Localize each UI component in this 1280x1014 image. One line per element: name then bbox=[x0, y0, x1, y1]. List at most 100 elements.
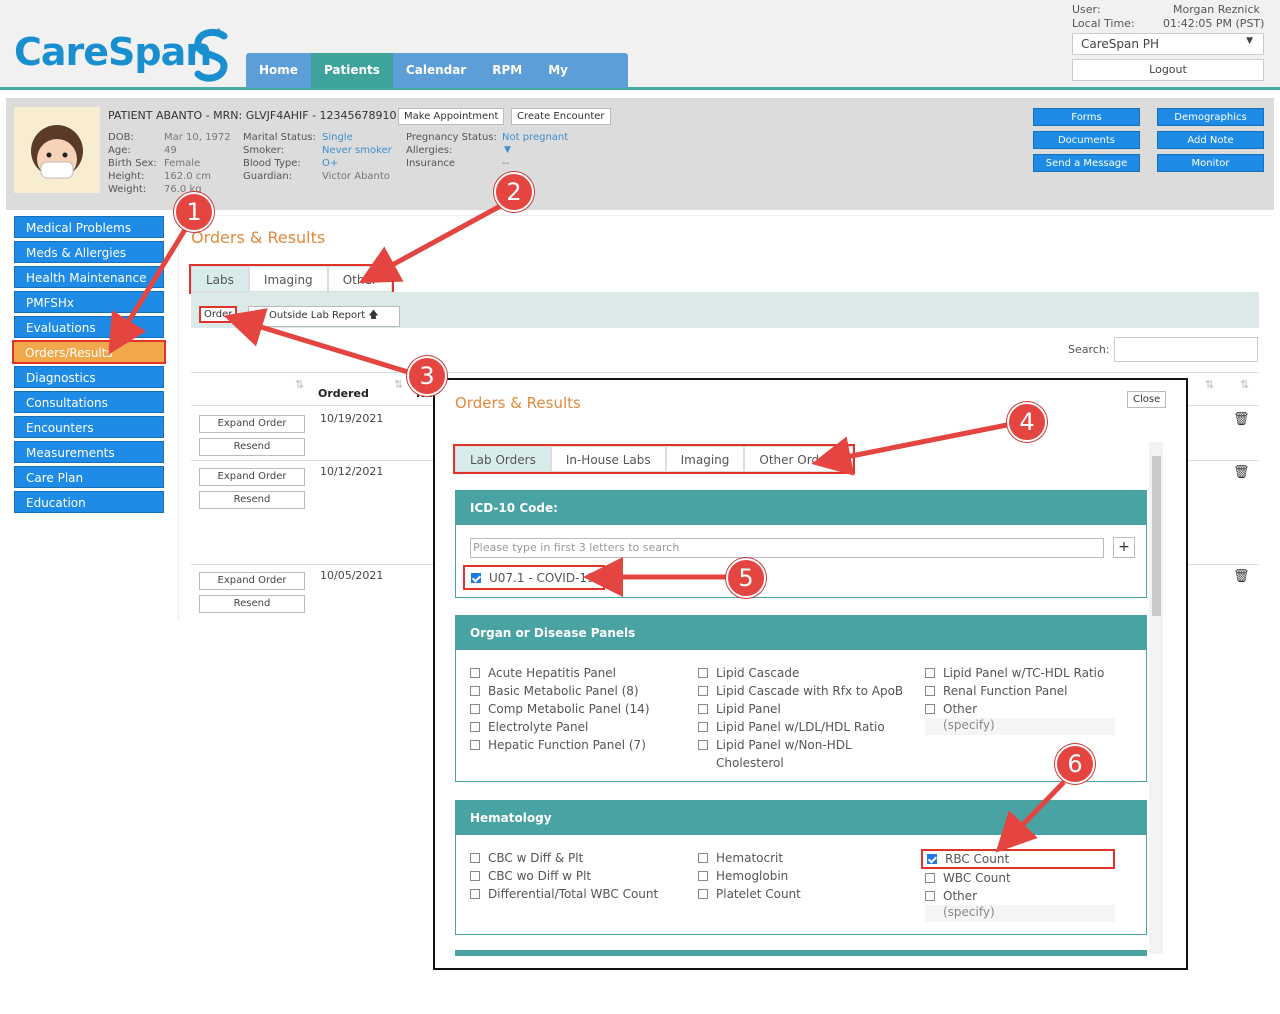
panel-checkbox[interactable]: Lipid Cascade bbox=[698, 664, 903, 682]
trash-icon[interactable]: 🗑 bbox=[1233, 465, 1250, 480]
panel-checkbox[interactable]: Differential/Total WBC Count bbox=[470, 885, 658, 903]
sidebar-item-care-plan[interactable]: Care Plan bbox=[14, 466, 164, 488]
specify-input[interactable]: (specify) bbox=[925, 905, 1115, 922]
make-appointment-button[interactable]: Make Appointment bbox=[398, 108, 505, 125]
logout-button[interactable]: Logout bbox=[1072, 59, 1264, 81]
panel-checkbox[interactable]: Basic Metabolic Panel (8) bbox=[470, 682, 650, 700]
checkbox-checked-icon[interactable] bbox=[927, 854, 937, 864]
sort-icon[interactable]: ⇅ bbox=[1240, 378, 1249, 391]
nav-calendar[interactable]: Calendar bbox=[393, 53, 479, 88]
checkbox-icon[interactable] bbox=[698, 722, 708, 732]
expand-order-button[interactable]: Expand Order bbox=[199, 468, 305, 486]
specify-input[interactable]: (specify) bbox=[925, 718, 1115, 735]
checkbox-icon[interactable] bbox=[925, 704, 935, 714]
panel-checkbox[interactable]: CBC w Diff & Plt bbox=[470, 849, 658, 867]
carespan-logo[interactable]: CareSpan bbox=[14, 30, 212, 74]
resend-button[interactable]: Resend bbox=[199, 595, 305, 613]
panel-checkbox[interactable]: Lipid Cascade with Rfx to ApoB bbox=[698, 682, 903, 700]
panel-checkbox[interactable]: Lipid Panel bbox=[698, 700, 903, 718]
checkbox-checked-icon[interactable] bbox=[471, 572, 481, 583]
blood-type-value[interactable]: O+ bbox=[322, 157, 392, 170]
checkbox-icon[interactable] bbox=[470, 889, 480, 899]
resend-button[interactable]: Resend bbox=[199, 438, 305, 456]
order-button[interactable]: Order bbox=[199, 306, 238, 323]
panel-checkbox[interactable]: Hemoglobin bbox=[698, 867, 801, 885]
checkbox-icon[interactable] bbox=[470, 853, 480, 863]
sidebar-item-consultations[interactable]: Consultations bbox=[14, 391, 164, 413]
sidebar-item-orders-results[interactable]: Orders/Results bbox=[12, 340, 166, 364]
smoker-value[interactable]: Never smoker bbox=[322, 144, 392, 157]
panel-checkbox[interactable]: Hepatic Function Panel (7) bbox=[470, 736, 650, 754]
sidebar-item-meds-allergies[interactable]: Meds & Allergies bbox=[14, 241, 164, 263]
demographics-button[interactable]: Demographics bbox=[1157, 108, 1264, 126]
tab-imaging[interactable]: Imaging bbox=[665, 446, 745, 472]
pregnancy-value[interactable]: Not pregnant bbox=[502, 131, 568, 144]
allergies-toggle-icon[interactable]: ▼ bbox=[502, 144, 568, 157]
tab-in-house-labs[interactable]: In-House Labs bbox=[550, 446, 666, 472]
monitor-button[interactable]: Monitor bbox=[1157, 154, 1264, 172]
trash-icon[interactable]: 🗑 bbox=[1233, 412, 1250, 427]
panel-checkbox[interactable]: Lipid Panel w/TC-HDL Ratio bbox=[925, 664, 1115, 682]
checkbox-icon[interactable] bbox=[925, 873, 935, 883]
panel-checkbox[interactable]: Other bbox=[925, 887, 1115, 905]
tab-lab-orders[interactable]: Lab Orders bbox=[455, 446, 551, 472]
sidebar-item-measurements[interactable]: Measurements bbox=[14, 441, 164, 463]
panel-checkbox[interactable]: Comp Metabolic Panel (14) bbox=[470, 700, 650, 718]
expand-order-button[interactable]: Expand Order bbox=[199, 572, 305, 590]
clinic-select[interactable]: CareSpan PH ▼ bbox=[1072, 33, 1264, 55]
col-ordered-header[interactable]: Ordered bbox=[318, 387, 369, 400]
checkbox-icon[interactable] bbox=[925, 891, 935, 901]
add-note-button[interactable]: Add Note bbox=[1157, 131, 1264, 149]
checkbox-icon[interactable] bbox=[698, 686, 708, 696]
checkbox-icon[interactable] bbox=[470, 722, 480, 732]
checkbox-icon[interactable] bbox=[470, 704, 480, 714]
checkbox-icon[interactable] bbox=[470, 668, 480, 678]
resend-button[interactable]: Resend bbox=[199, 491, 305, 509]
sidebar-item-diagnostics[interactable]: Diagnostics bbox=[14, 366, 164, 388]
icd-selected-checkbox[interactable]: U07.1 - COVID-19 bbox=[463, 565, 605, 590]
panel-checkbox[interactable]: Renal Function Panel bbox=[925, 682, 1115, 700]
checkbox-icon[interactable] bbox=[470, 740, 480, 750]
nav-my-account[interactable]: My Account ▾ bbox=[535, 53, 628, 112]
panel-checkbox[interactable]: CBC wo Diff w Plt bbox=[470, 867, 658, 885]
panel-checkbox[interactable]: Hematocrit bbox=[698, 849, 801, 867]
close-button[interactable]: Close bbox=[1127, 391, 1167, 408]
panel-checkbox[interactable]: Lipid Panel w/Non-HDL bbox=[698, 736, 903, 754]
sidebar-item-evaluations[interactable]: Evaluations bbox=[14, 316, 164, 338]
sidebar-item-pmfshx[interactable]: PMFSHx bbox=[14, 291, 164, 313]
checkbox-icon[interactable] bbox=[470, 871, 480, 881]
add-icd-button[interactable]: + bbox=[1113, 537, 1135, 558]
tab-other[interactable]: Other bbox=[327, 266, 392, 292]
forms-button[interactable]: Forms bbox=[1033, 108, 1140, 126]
checkbox-icon[interactable] bbox=[698, 668, 708, 678]
nav-home[interactable]: Home bbox=[246, 53, 311, 88]
modal-scrollbar[interactable] bbox=[1149, 442, 1163, 954]
rbc-count-checkbox[interactable]: RBC Count bbox=[921, 849, 1115, 869]
trash-icon[interactable]: 🗑 bbox=[1233, 569, 1250, 584]
expand-order-button[interactable]: Expand Order bbox=[199, 415, 305, 433]
panel-checkbox[interactable]: Acute Hepatitis Panel bbox=[470, 664, 650, 682]
scrollbar-thumb[interactable] bbox=[1152, 456, 1161, 616]
checkbox-icon[interactable] bbox=[470, 686, 480, 696]
sort-icon[interactable]: ⇅ bbox=[295, 378, 304, 391]
checkbox-icon[interactable] bbox=[925, 686, 935, 696]
checkbox-icon[interactable] bbox=[698, 853, 708, 863]
marital-value[interactable]: Single bbox=[322, 131, 392, 144]
panel-checkbox[interactable]: Electrolyte Panel bbox=[470, 718, 650, 736]
panel-checkbox[interactable]: Platelet Count bbox=[698, 885, 801, 903]
icd-search-input[interactable]: Please type in first 3 letters to search bbox=[470, 538, 1104, 558]
checkbox-icon[interactable] bbox=[925, 668, 935, 678]
sort-icon[interactable]: ⇅ bbox=[394, 378, 403, 391]
sidebar-item-encounters[interactable]: Encounters bbox=[14, 416, 164, 438]
outside-lab-report-button[interactable]: Outside Lab Report 🡅 bbox=[248, 306, 400, 327]
sidebar-item-education[interactable]: Education bbox=[14, 491, 164, 513]
checkbox-icon[interactable] bbox=[698, 740, 708, 750]
send-message-button[interactable]: Send a Message bbox=[1033, 154, 1140, 172]
checkbox-icon[interactable] bbox=[698, 889, 708, 899]
sidebar-item-health-maintenance[interactable]: Health Maintenance bbox=[14, 266, 164, 288]
panel-checkbox[interactable]: Lipid Panel w/LDL/HDL Ratio bbox=[698, 718, 903, 736]
documents-button[interactable]: Documents bbox=[1033, 131, 1140, 149]
tab-labs[interactable]: Labs bbox=[191, 266, 249, 292]
nav-patients[interactable]: Patients bbox=[310, 53, 393, 88]
tab-imaging[interactable]: Imaging bbox=[248, 266, 328, 292]
